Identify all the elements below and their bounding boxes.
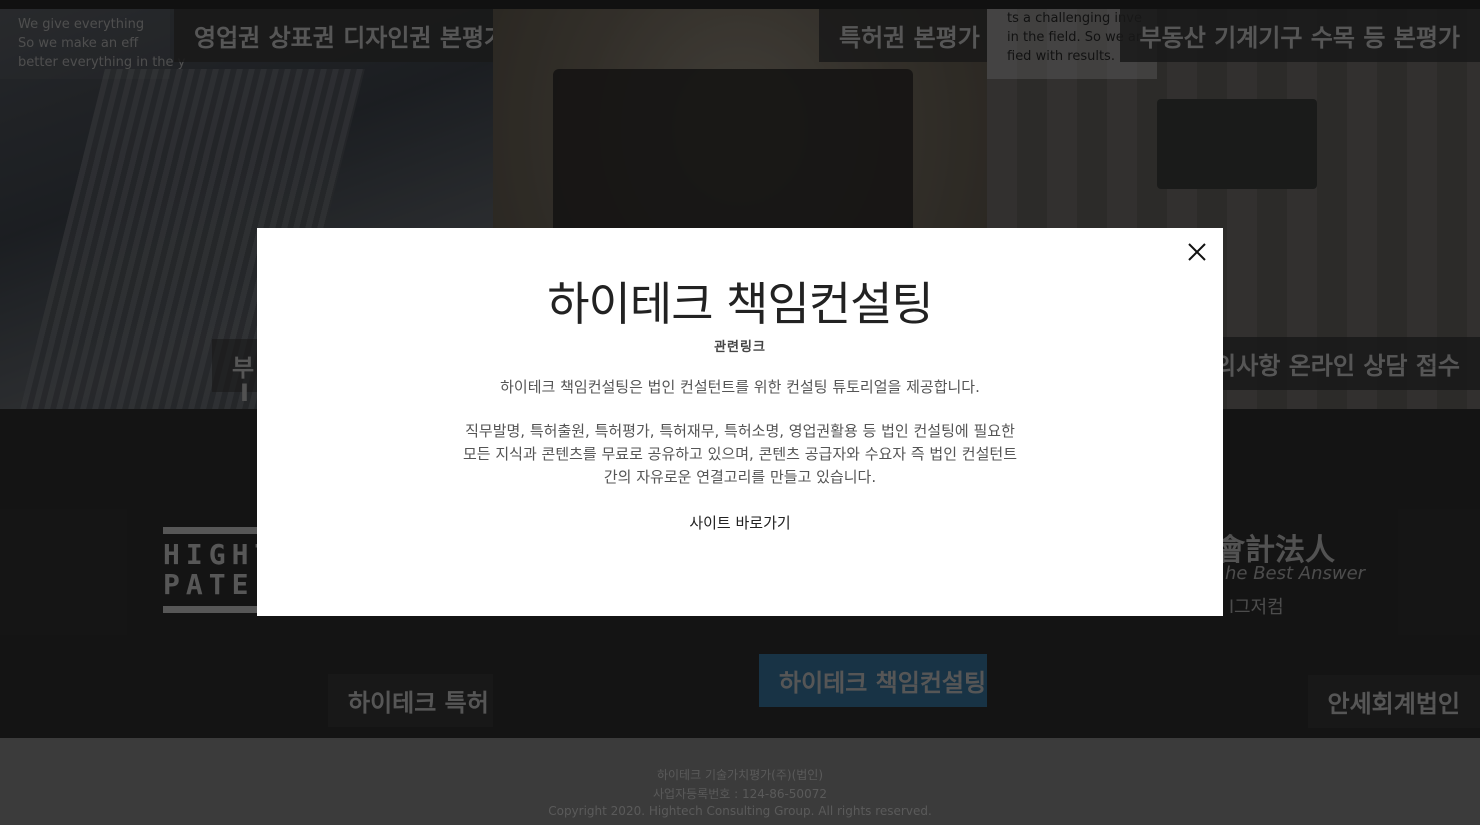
close-icon[interactable]	[1185, 240, 1209, 264]
modal-description: 하이테크 책임컨설팅은 법인 컨설턴트를 위한 컨설팅 튜토리얼을 제공합니다.	[500, 378, 980, 396]
modal-description-detail: 직무발명, 특허출원, 특허평가, 특허재무, 특허소명, 영업권활용 등 법인…	[462, 422, 1018, 486]
info-modal: 하이테크 책임컨설팅 관련링크 하이테크 책임컨설팅은 법인 컨설턴트를 위한 …	[257, 228, 1223, 616]
modal-title: 하이테크 책임컨설팅	[547, 277, 934, 331]
close-icon-graphic	[1188, 243, 1206, 261]
site-link[interactable]: 사이트 바로가기	[257, 512, 1223, 533]
modal-subtitle: 관련링크	[714, 340, 766, 355]
